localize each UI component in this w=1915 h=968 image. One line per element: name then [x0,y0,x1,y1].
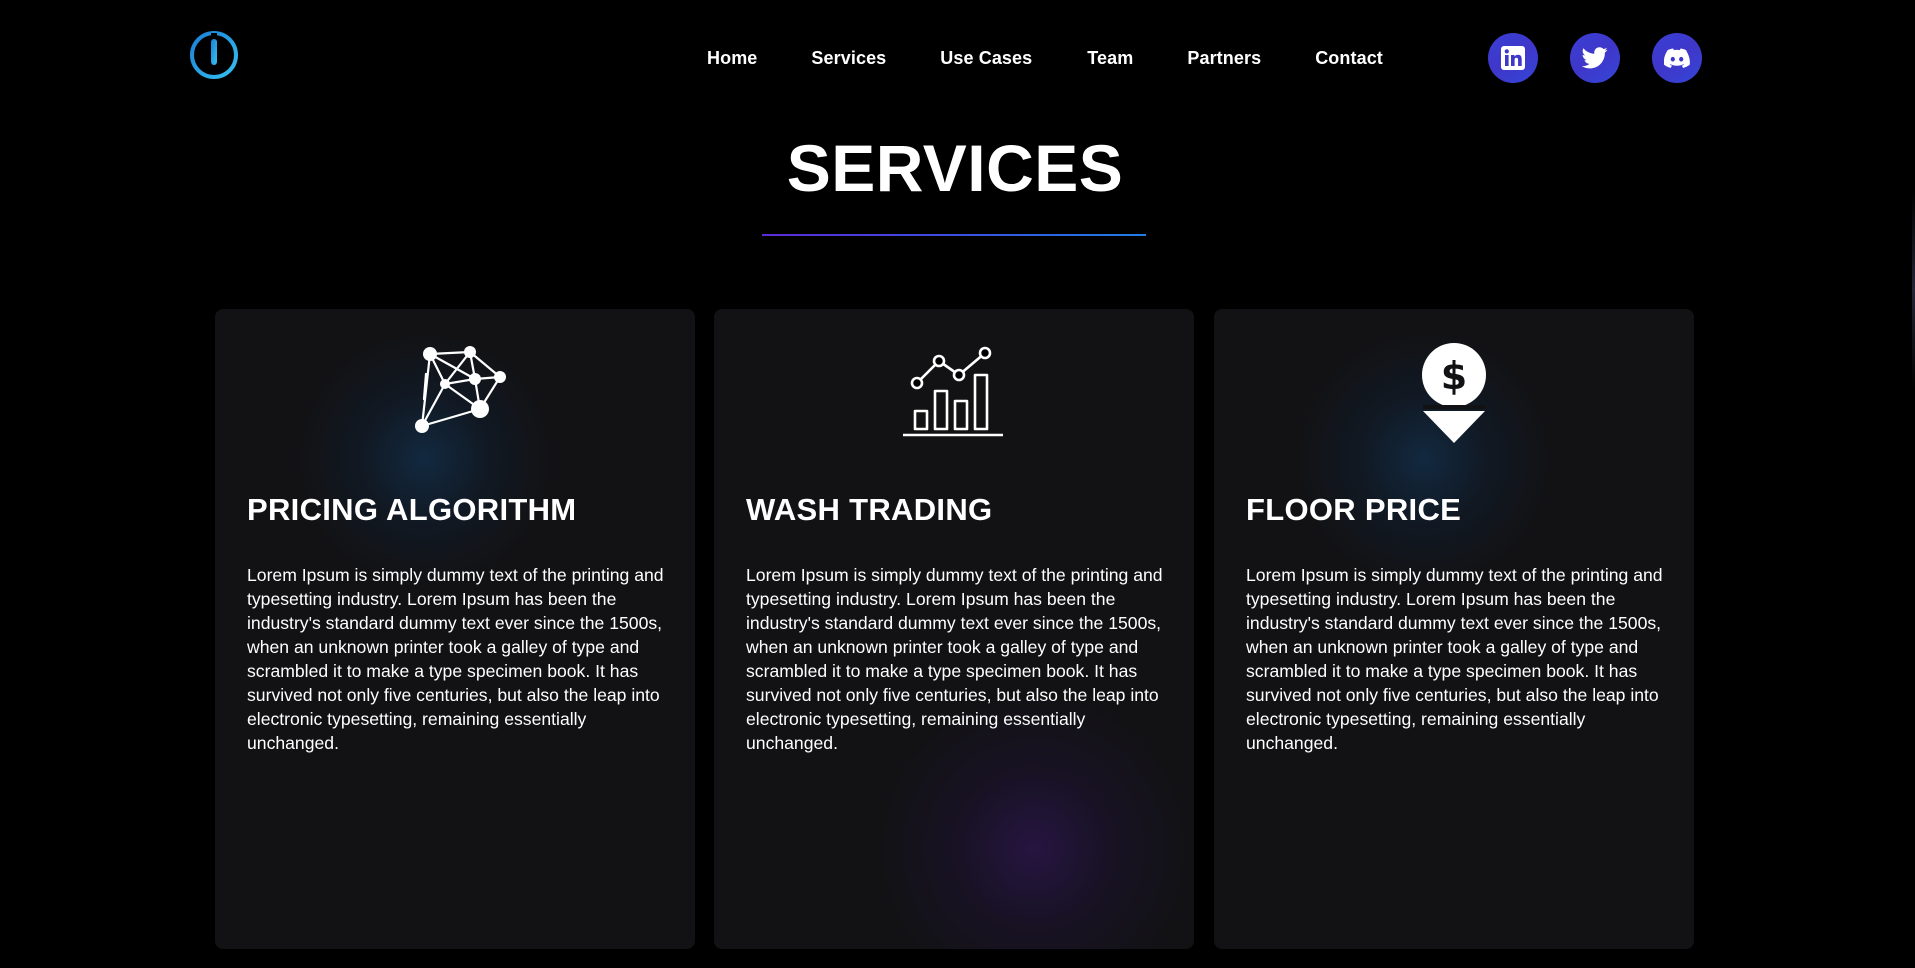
linkedin-icon [1501,46,1525,70]
bar-chart-trend-icon [903,346,1003,437]
service-card-floor-price: $ FLOOR PRICE Lorem Ipsum is simply dumm… [1214,309,1694,949]
twitter-button[interactable] [1570,33,1620,83]
dollar-down-arrow-icon: $ [1422,343,1486,443]
nav-use-cases-link[interactable]: Use Cases [940,48,1032,69]
social-links [1488,33,1702,83]
nav-home-link[interactable]: Home [707,48,757,69]
card-description: Lorem Ipsum is simply dummy text of the … [746,565,1163,753]
section-title: SERVICES [786,131,1124,205]
nav-contact-link[interactable]: Contact [1315,48,1383,69]
nav-partners-link[interactable]: Partners [1187,48,1261,69]
nav-services-link[interactable]: Services [811,48,886,69]
power-ring-logo-icon [190,31,238,79]
card-description: Lorem Ipsum is simply dummy text of the … [1246,565,1663,753]
discord-icon [1664,48,1690,68]
nav-team-link[interactable]: Team [1087,48,1133,69]
card-title: WASH TRADING [746,492,993,527]
twitter-icon [1582,47,1608,69]
service-card-pricing-algorithm: PRICING ALGORITHM Lorem Ipsum is simply … [215,309,695,949]
svg-text:$: $ [1441,354,1467,398]
services-page: Home Services Use Cases Team Partners Co… [0,0,1915,968]
discord-button[interactable] [1652,33,1702,83]
navbar: Home Services Use Cases Team Partners Co… [0,0,1915,116]
card-title: FLOOR PRICE [1246,492,1462,527]
card-icon-wrap: $ [1214,339,1694,449]
services-cards: PRICING ALGORITHM Lorem Ipsum is simply … [215,309,1695,949]
service-card-wash-trading: WASH TRADING Lorem Ipsum is simply dummy… [714,309,1194,949]
main-nav: Home Services Use Cases Team Partners Co… [707,44,1383,72]
network-nodes-icon [415,346,506,433]
card-title: PRICING ALGORITHM [247,492,577,527]
card-description: Lorem Ipsum is simply dummy text of the … [247,565,664,753]
linkedin-button[interactable] [1488,33,1538,83]
title-underline [762,234,1146,236]
card-icon-wrap [215,339,695,449]
card-icon-wrap [714,339,1194,449]
site-logo[interactable] [188,29,240,81]
